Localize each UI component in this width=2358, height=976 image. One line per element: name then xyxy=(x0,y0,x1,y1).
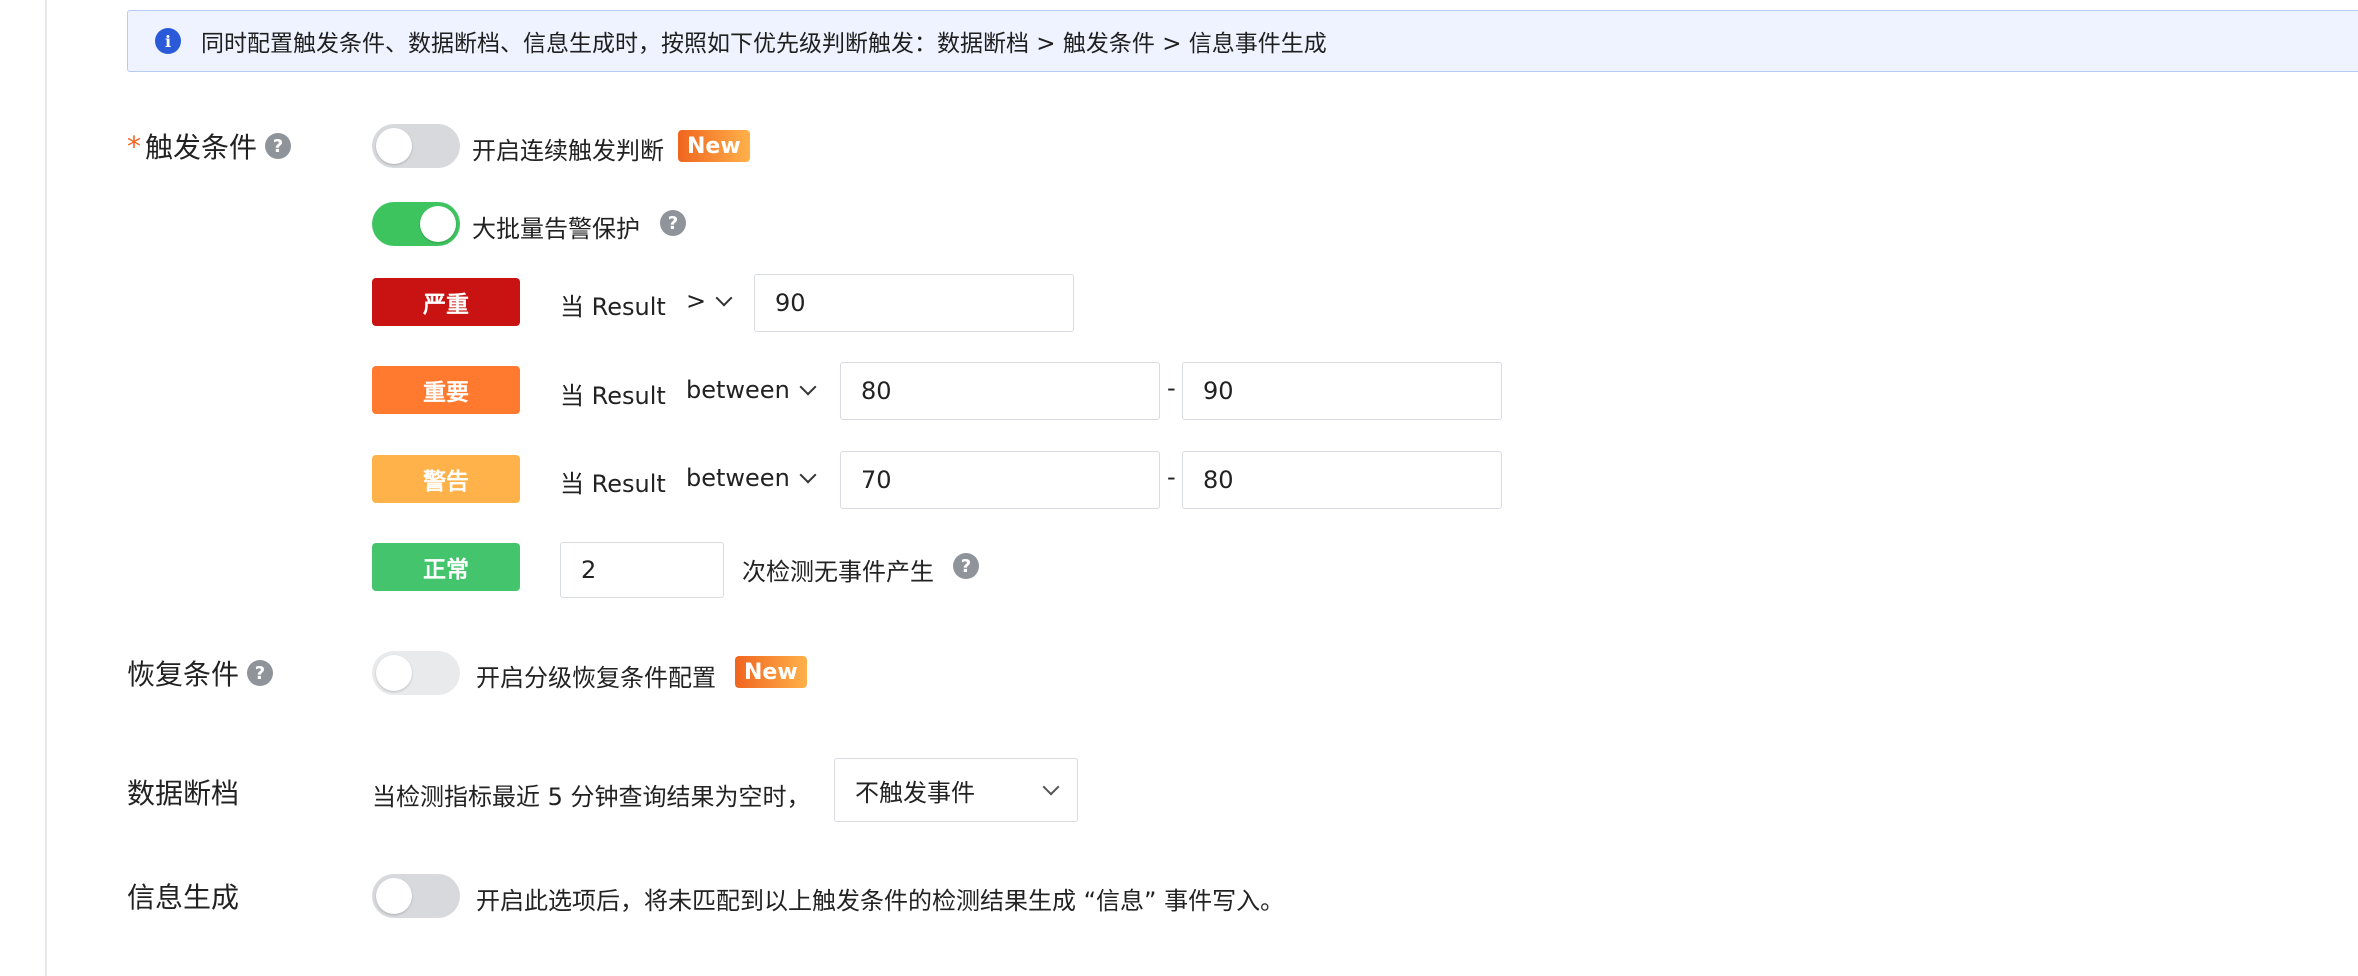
trigger-condition-label: * 触发条件 ? xyxy=(127,126,292,166)
info-icon: i xyxy=(155,28,181,54)
severity-critical-tag: 严重 xyxy=(372,278,520,326)
info-generation-toggle[interactable] xyxy=(372,874,460,918)
new-badge: New xyxy=(735,656,807,688)
required-mark: * xyxy=(127,129,141,163)
toggle-knob xyxy=(376,655,412,691)
toggle-knob xyxy=(376,128,412,164)
chevron-down-icon xyxy=(799,466,817,484)
rule-warning-max-input[interactable]: 80 xyxy=(1182,451,1502,509)
new-badge: New xyxy=(678,130,750,162)
trigger-help-icon[interactable]: ? xyxy=(265,133,292,159)
recovery-condition-label: 恢复条件 ? xyxy=(127,653,274,693)
operator-value: between xyxy=(686,464,790,492)
normal-help-icon[interactable]: ? xyxy=(953,553,979,579)
tiered-recovery-label: 开启分级恢复条件配置 xyxy=(476,664,716,692)
severity-warning-tag: 警告 xyxy=(372,455,520,503)
rule-warning-prefix: 当 Result xyxy=(560,470,666,498)
bulk-alert-protection-toggle[interactable] xyxy=(372,202,460,246)
data-gap-action-select[interactable]: 不触发事件 xyxy=(834,758,1078,822)
rule-warning-operator-select[interactable]: between xyxy=(686,464,817,492)
recovery-label-text: 恢复条件 xyxy=(127,658,240,691)
rule-important-prefix: 当 Result xyxy=(560,382,666,410)
range-separator: - xyxy=(1167,374,1176,402)
trigger-label-text: 触发条件 xyxy=(145,131,258,164)
rule-critical-operator-select[interactable]: > xyxy=(686,287,733,315)
severity-important-tag: 重要 xyxy=(372,366,520,414)
banner-text: 同时配置触发条件、数据断档、信息生成时，按照如下优先级判断触发：数据断档 > 触… xyxy=(201,31,1327,57)
select-value: 不触发事件 xyxy=(855,778,975,807)
priority-info-banner: i 同时配置触发条件、数据断档、信息生成时，按照如下优先级判断触发：数据断档 >… xyxy=(127,10,2358,72)
chevron-down-icon xyxy=(715,289,733,307)
rule-critical-prefix: 当 Result xyxy=(560,293,666,321)
data-gap-label-text: 数据断档 xyxy=(127,777,240,810)
tiered-recovery-toggle[interactable] xyxy=(372,651,460,695)
alert-config-page: i 同时配置触发条件、数据断档、信息生成时，按照如下优先级判断触发：数据断档 >… xyxy=(0,0,2358,976)
continuous-trigger-toggle[interactable] xyxy=(372,124,460,168)
info-gen-label-text: 信息生成 xyxy=(127,881,240,914)
operator-value: between xyxy=(686,376,790,404)
info-generation-label: 信息生成 xyxy=(127,876,239,916)
recovery-help-icon[interactable]: ? xyxy=(247,660,274,686)
operator-value: > xyxy=(686,287,707,315)
rule-important-min-input[interactable]: 80 xyxy=(840,362,1160,420)
left-divider xyxy=(45,0,47,976)
range-separator: - xyxy=(1167,463,1176,491)
data-gap-label: 数据断档 xyxy=(127,772,239,812)
bulk-protection-help-icon[interactable]: ? xyxy=(660,210,686,236)
normal-suffix-text: 次检测无事件产生 xyxy=(742,558,934,586)
bulk-alert-protection-label: 大批量告警保护 xyxy=(472,215,640,243)
data-gap-description: 当检测指标最近 5 分钟查询结果为空时， xyxy=(372,783,811,811)
chevron-down-icon xyxy=(799,378,817,396)
severity-normal-tag: 正常 xyxy=(372,543,520,591)
rule-important-max-input[interactable]: 90 xyxy=(1182,362,1502,420)
rule-important-operator-select[interactable]: between xyxy=(686,376,817,404)
toggle-knob xyxy=(376,878,412,914)
continuous-trigger-label: 开启连续触发判断 xyxy=(472,137,664,165)
info-generation-description: 开启此选项后，将未匹配到以上触发条件的检测结果生成 “信息” 事件写入。 xyxy=(476,887,1285,915)
rule-warning-min-input[interactable]: 70 xyxy=(840,451,1160,509)
normal-count-input[interactable]: 2 xyxy=(560,542,724,598)
rule-critical-threshold-input[interactable]: 90 xyxy=(754,274,1074,332)
chevron-down-icon xyxy=(1042,778,1060,796)
toggle-knob xyxy=(420,206,456,242)
